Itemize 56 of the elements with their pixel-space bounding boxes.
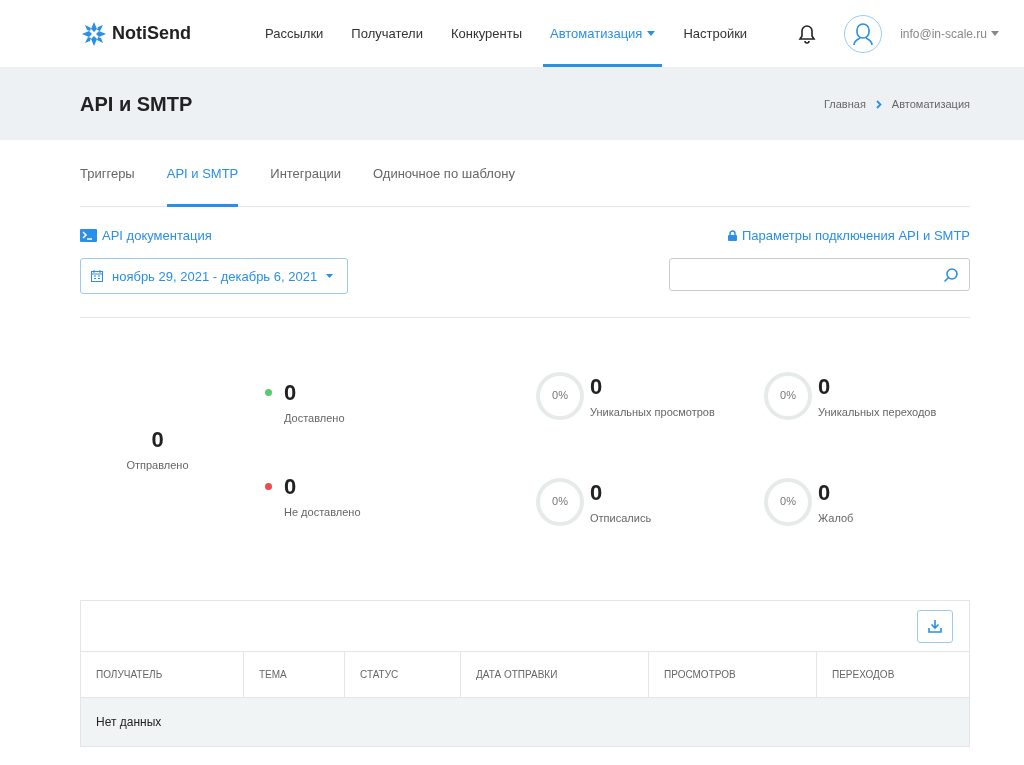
nav-item[interactable]: Получатели xyxy=(344,0,430,67)
nav-item[interactable]: Рассылки xyxy=(258,0,331,67)
stat-value: 0 xyxy=(150,427,165,453)
terminal-icon xyxy=(80,229,97,242)
empty-message: Нет данных xyxy=(96,715,162,729)
percent-label: 0% xyxy=(779,495,797,507)
breadcrumb-link[interactable]: Автоматизация xyxy=(891,98,970,110)
tab[interactable]: Одиночное по шаблону xyxy=(373,140,515,207)
breadcrumb-link[interactable]: Главная xyxy=(823,98,866,110)
connection-settings-link[interactable]: Параметры подключения API и SMTP xyxy=(728,228,970,243)
caret-icon xyxy=(991,31,1000,36)
tab[interactable]: Интеграции xyxy=(270,140,341,207)
progress-ring xyxy=(763,371,813,421)
progress-ring xyxy=(535,371,585,421)
chevron-icon xyxy=(875,99,882,109)
date-range-picker[interactable]: ноябрь 29, 2021 - декабрь 6, 2021 xyxy=(80,258,348,294)
stat-label: Доставлено xyxy=(284,412,345,424)
stat-label: Отправлено xyxy=(125,459,190,471)
stat-value: 0 xyxy=(590,374,604,400)
tab[interactable]: API и SMTP xyxy=(166,140,239,207)
column-header: СТАТУС xyxy=(345,652,461,697)
column-header: ПЕРЕХОДОВ xyxy=(831,668,896,682)
percent-label: 0% xyxy=(551,495,569,507)
stat-label: Уникальных просмотров xyxy=(590,406,715,418)
download-icon xyxy=(928,619,942,633)
search-icon[interactable] xyxy=(943,266,959,283)
user-menu[interactable]: info@in-scale.ru xyxy=(900,26,1000,41)
stat-label: Не доставлено xyxy=(284,506,361,518)
search-field[interactable] xyxy=(669,258,970,291)
column-header: ПРОСМОТРОВ xyxy=(649,652,817,697)
api-docs-link[interactable]: API документация xyxy=(80,228,212,243)
column-header: ТЕМА xyxy=(244,652,345,697)
nav-item[interactable]: Настройки xyxy=(676,0,755,67)
stat-label: Отписались xyxy=(590,512,652,524)
stat-value: 0 xyxy=(818,480,832,506)
stat-value: 0 xyxy=(818,374,832,400)
column-header: ПОЛУЧАТЕЛЬ xyxy=(81,652,244,697)
lock-icon xyxy=(728,230,737,241)
tab[interactable]: Триггеры xyxy=(80,140,135,207)
stat-label: Жалоб xyxy=(818,512,854,524)
percent-label: 0% xyxy=(779,389,797,401)
stat-value: 0 xyxy=(590,480,604,506)
progress-ring xyxy=(535,477,585,527)
percent-label: 0% xyxy=(551,389,569,401)
calendar-icon xyxy=(91,270,103,282)
stat-value: 0 xyxy=(284,474,298,500)
bell-icon[interactable] xyxy=(798,23,817,44)
nav-item[interactable]: Конкуренты xyxy=(443,0,529,67)
logo-text: NotiSend xyxy=(112,23,191,44)
progress-ring xyxy=(763,477,813,527)
caret-icon xyxy=(326,274,334,278)
column-header: ДАТА ОТПРАВКИ xyxy=(461,652,649,697)
download-button[interactable] xyxy=(917,609,953,643)
stat-value: 0 xyxy=(284,380,298,406)
stat-label: Уникальных переходов xyxy=(818,406,937,418)
page-title: API и SMTP xyxy=(80,92,193,116)
